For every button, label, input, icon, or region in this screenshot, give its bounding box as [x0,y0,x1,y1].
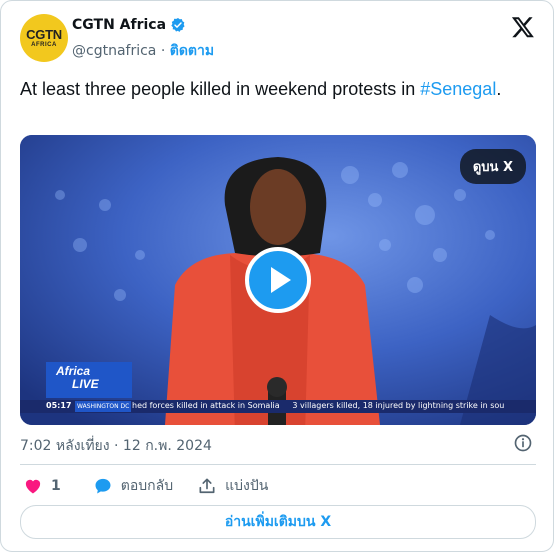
reply-bubble-icon [95,478,111,494]
badge-line2: LIVE [72,377,99,391]
info-icon[interactable] [513,433,533,453]
verified-badge-icon [171,18,185,32]
play-button[interactable] [245,247,311,313]
handle-row: @cgtnafrica · ติดตาม [72,40,214,62]
like-count: 1 [51,478,61,494]
play-icon [271,267,291,293]
divider [20,464,536,465]
tweet-text-end: . [496,79,502,99]
like-button[interactable]: 1 [23,476,61,496]
tweet-timestamp[interactable]: 7:02 หลังเที่ยง · 12 ก.พ. 2024 [20,435,212,457]
avatar-logo-text: CGTN [26,26,62,42]
ticker-text: hed forces killed in attack in Somalia 3… [132,401,505,410]
heart-icon [25,479,41,494]
follow-link[interactable]: ติดตาม [170,43,214,59]
ticker-clock: 05:17 [46,401,72,410]
author-name[interactable]: CGTN Africa [72,17,166,33]
tweet-text: At least three people killed in weekend … [20,77,520,101]
badge-line1: Africa [56,364,91,378]
ticker-location: WASHINGTON DC [75,401,132,412]
author-name-row: CGTN Africa [72,17,186,33]
news-ticker: 05:17 WASHINGTON DC hed forces killed in… [20,400,536,413]
avatar-logo-subtext: AFRICA [31,41,57,48]
reply-button[interactable]: ตอบกลับ [93,475,173,497]
hashtag-link[interactable]: #Senegal [420,79,496,99]
avatar[interactable]: CGTN AFRICA [20,14,68,62]
share-label: แบ่งปัน [225,478,269,494]
video-player[interactable]: ดูบน X Africa LIVE 05:17 WASHINGTON DC h… [20,135,536,425]
action-bar: 1 ตอบกลับ แบ่งปัน [23,475,286,497]
read-more-on-x-button[interactable]: อ่านเพิ่มเติมบน X [20,505,536,539]
share-upload-icon [199,478,215,494]
africa-live-badge: Africa LIVE [46,362,132,398]
watch-on-x-button[interactable]: ดูบน X [459,149,526,184]
author-handle[interactable]: @cgtnafrica [72,43,156,59]
separator: · [156,43,170,59]
reply-label: ตอบกลับ [120,478,174,494]
x-logo-icon[interactable] [511,15,535,39]
tweet-card: CGTN AFRICA CGTN Africa @cgtnafrica · ติ… [0,0,554,552]
tweet-text-body: At least three people killed in weekend … [20,79,421,99]
share-button[interactable]: แบ่งปัน [197,475,268,497]
